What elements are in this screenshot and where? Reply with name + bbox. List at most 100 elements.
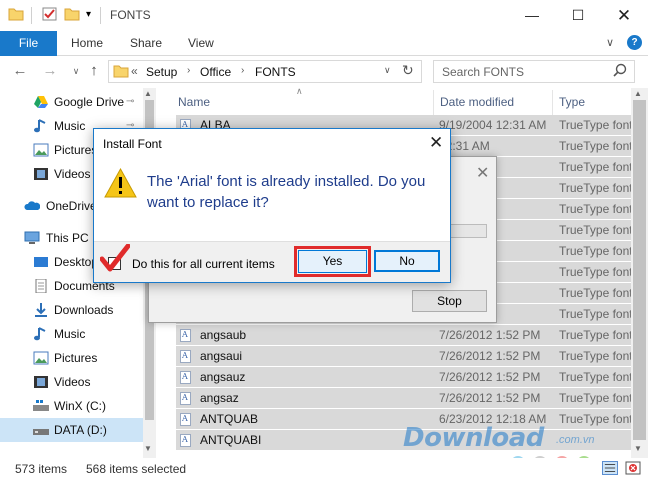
music-icon (34, 119, 46, 133)
stop-button[interactable]: Stop (412, 290, 487, 312)
sidebar-item-label: Music (54, 327, 86, 341)
music-icon (34, 327, 46, 341)
close-icon[interactable]: ✕ (476, 163, 489, 183)
sidebar-item-label: Videos (54, 167, 91, 181)
search-icon[interactable] (612, 63, 628, 79)
sidebar-item-winx-c[interactable]: WinX (C:) (0, 394, 143, 418)
scroll-down-icon[interactable]: ▼ (144, 444, 152, 453)
file-type: TrueType font (559, 265, 633, 279)
dialog-title: Install Font (103, 137, 162, 151)
scroll-up-icon[interactable]: ▲ (634, 89, 642, 98)
sidebar-item-google-drive[interactable]: Google Drive ⊸ (0, 90, 143, 114)
file-type: TrueType font (559, 328, 633, 342)
sidebar-item-videos-pc[interactable]: Videos (0, 370, 143, 394)
folder-icon[interactable] (8, 7, 24, 21)
tab-home[interactable]: Home (71, 31, 103, 56)
address-dropdown-icon[interactable]: ∨ (384, 65, 391, 76)
search-input[interactable]: Search FONTS (442, 65, 524, 79)
scroll-down-icon[interactable]: ▼ (634, 444, 642, 453)
forward-arrow-icon[interactable]: → (40, 61, 60, 81)
sidebar-item-label: Videos (54, 375, 91, 389)
watermark-domain: .com.vn (556, 434, 595, 446)
refresh-icon[interactable]: ↻ (402, 62, 414, 79)
table-row[interactable]: angsaui 7/26/2012 1:52 PM TrueType font (176, 346, 633, 367)
watermark-text: Download (403, 423, 544, 453)
sidebar-item-music-pc[interactable]: Music (0, 322, 143, 346)
toolbar-separator (31, 7, 32, 24)
breadcrumb-office[interactable]: Office (200, 65, 231, 79)
file-date: 7/26/2012 1:52 PM (439, 391, 541, 405)
window-title: FONTS (110, 8, 151, 22)
recent-locations-icon[interactable]: ∨ (66, 61, 86, 81)
checkmark-icon (100, 244, 130, 272)
tab-view[interactable]: View (188, 31, 214, 56)
font-file-icon (180, 350, 191, 363)
column-header-type[interactable]: Type (559, 95, 585, 109)
customize-toolbar-dropdown[interactable]: ▾ (86, 9, 91, 20)
file-type: TrueType font (559, 118, 633, 132)
new-folder-icon[interactable] (64, 7, 80, 21)
large-icons-view-icon[interactable] (625, 461, 641, 475)
expand-ribbon-icon[interactable]: ∨ (606, 36, 614, 49)
details-view-icon[interactable] (602, 461, 618, 475)
yes-button[interactable]: Yes (298, 250, 367, 273)
sidebar-item-pictures-pc[interactable]: Pictures (0, 346, 143, 370)
properties-icon[interactable] (42, 7, 58, 21)
videos-icon (34, 376, 48, 388)
maximize-button[interactable]: ☐ (555, 0, 601, 31)
file-type: TrueType font (559, 349, 633, 363)
address-overflow-icon[interactable]: « (131, 64, 138, 78)
breadcrumb-separator[interactable]: › (187, 65, 190, 76)
table-row[interactable]: angsaub 7/26/2012 1:52 PM TrueType font (176, 325, 633, 346)
videos-icon (34, 168, 48, 180)
file-name: angsaub (200, 328, 247, 342)
file-list-scroll-thumb[interactable] (633, 100, 646, 440)
sidebar-item-label: This PC (46, 231, 89, 245)
tab-file[interactable]: File (0, 31, 57, 56)
file-date: 7/26/2012 1:52 PM (439, 349, 541, 363)
up-arrow-icon[interactable]: ↑ (84, 61, 104, 81)
pin-icon: ⊸ (126, 96, 135, 107)
tab-share[interactable]: Share (130, 31, 162, 56)
file-type: TrueType font (559, 160, 633, 174)
file-type: TrueType font (559, 370, 633, 384)
column-divider[interactable] (552, 90, 553, 116)
back-arrow-icon[interactable]: ← (10, 61, 30, 81)
folder-icon (113, 65, 129, 78)
breadcrumb-setup[interactable]: Setup (146, 65, 177, 79)
dialog-message: The 'Arial' font is already installed. D… (147, 173, 426, 211)
column-header-date-modified[interactable]: Date modified (440, 95, 514, 109)
documents-icon (35, 279, 47, 293)
column-header-name[interactable]: Name (178, 95, 210, 109)
table-row[interactable]: angsaz 7/26/2012 1:52 PM TrueType font (176, 388, 633, 409)
file-date: 7/26/2012 1:52 PM (439, 370, 541, 384)
column-divider[interactable] (433, 90, 434, 116)
no-button[interactable]: No (374, 250, 440, 272)
sidebar-item-label: OneDrive (46, 199, 97, 213)
apply-to-all-label[interactable]: Do this for all current items (132, 257, 275, 271)
scroll-up-icon[interactable]: ▲ (144, 89, 152, 98)
sidebar-item-data-d[interactable]: DATA (D:) (0, 418, 143, 442)
toolbar-separator (100, 7, 101, 24)
close-window-button[interactable]: ✕ (601, 0, 647, 31)
onedrive-icon (24, 201, 40, 210)
breadcrumb-fonts[interactable]: FONTS (255, 65, 296, 79)
file-name: ANTQUAB (200, 412, 259, 426)
desktop-icon (34, 257, 48, 267)
sidebar-item-label: Google Drive (54, 95, 125, 109)
sidebar-item-label: Downloads (54, 303, 114, 317)
close-icon[interactable]: ✕ (429, 133, 443, 153)
drive-d-icon (33, 429, 49, 435)
minimize-button[interactable]: — (509, 0, 555, 31)
table-row[interactable]: angsauz 7/26/2012 1:52 PM TrueType font (176, 367, 633, 388)
font-file-icon (180, 434, 191, 447)
sort-ascending-icon: ∧ (296, 86, 303, 96)
sidebar-item-label: WinX (C:) (54, 399, 106, 413)
sidebar-item-label: DATA (D:) (54, 423, 107, 437)
breadcrumb-separator[interactable]: › (241, 65, 244, 76)
sidebar-item-label: Desktop (54, 255, 99, 269)
file-name: ANTQUABI (200, 433, 262, 447)
file-type: TrueType font (559, 223, 633, 237)
sidebar-item-downloads[interactable]: Downloads (0, 298, 143, 322)
help-icon[interactable]: ? (627, 35, 642, 50)
